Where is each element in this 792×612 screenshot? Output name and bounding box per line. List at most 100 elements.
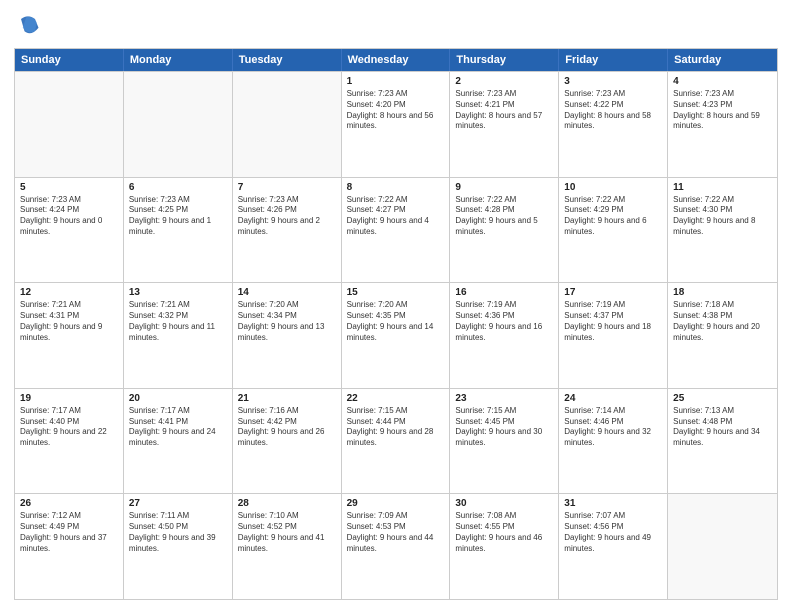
day-number: 10: [564, 182, 662, 193]
day-cell-8: 8 Sunrise: 7:22 AM Sunset: 4:27 PM Daylig…: [342, 178, 451, 283]
day-cell-29: 29Sunrise: 7:09 AM Sunset: 4:53 PM Dayli…: [342, 494, 451, 599]
empty-cell: [124, 72, 233, 177]
day-number: 11: [673, 182, 772, 193]
header: [14, 12, 778, 40]
day-cell-23: 23 Sunrise: 7:15 AM Sunset: 4:45 PM Dayli…: [450, 389, 559, 494]
day-number: 28: [238, 498, 336, 509]
day-cell-20: 20 Sunrise: 7:17 AM Sunset: 4:41 PM Dayli…: [124, 389, 233, 494]
day-cell-18: 18 Sunrise: 7:18 AM Sunset: 4:38 PM Dayli…: [668, 283, 777, 388]
day-cell-19: 19 Sunrise: 7:17 AM Sunset: 4:40 PM Dayli…: [15, 389, 124, 494]
day-number: 19: [20, 393, 118, 404]
day-number: 24: [564, 393, 662, 404]
day-number: 5: [20, 182, 118, 193]
day-cell-24: 24 Sunrise: 7:14 AM Sunset: 4:46 PM Dayli…: [559, 389, 668, 494]
day-number: 17: [564, 287, 662, 298]
day-number: 3: [564, 76, 662, 87]
day-details: Sunrise: 7:21 AM Sunset: 4:32 PM Dayligh…: [129, 300, 227, 343]
day-cell-10: 10 Sunrise: 7:22 AM Sunset: 4:29 PM Dayli…: [559, 178, 668, 283]
day-number: 1: [347, 76, 445, 87]
logo: [14, 12, 46, 40]
day-number: 21: [238, 393, 336, 404]
day-cell-16: 16 Sunrise: 7:19 AM Sunset: 4:36 PM Dayli…: [450, 283, 559, 388]
day-details: Sunrise: 7:16 AM Sunset: 4:42 PM Dayligh…: [238, 406, 336, 449]
day-cell-12: 12 Sunrise: 7:21 AM Sunset: 4:31 PM Dayli…: [15, 283, 124, 388]
day-number: 20: [129, 393, 227, 404]
day-details: Sunrise: 7:17 AM Sunset: 4:40 PM Dayligh…: [20, 406, 118, 449]
day-details: Sunrise: 7:07 AM Sunset: 4:56 PM Dayligh…: [564, 511, 662, 554]
calendar-row-2: 5 Sunrise: 7:23 AM Sunset: 4:24 PM Daylig…: [15, 177, 777, 283]
day-details: Sunrise: 7:23 AM Sunset: 4:24 PM Dayligh…: [20, 195, 118, 238]
day-details: Sunrise: 7:22 AM Sunset: 4:29 PM Dayligh…: [564, 195, 662, 238]
day-details: Sunrise: 7:22 AM Sunset: 4:27 PM Dayligh…: [347, 195, 445, 238]
day-details: Sunrise: 7:22 AM Sunset: 4:30 PM Dayligh…: [673, 195, 772, 238]
day-number: 25: [673, 393, 772, 404]
day-details: Sunrise: 7:12 AM Sunset: 4:49 PM Dayligh…: [20, 511, 118, 554]
day-cell-27: 27 Sunrise: 7:11 AM Sunset: 4:50 PM Dayli…: [124, 494, 233, 599]
day-details: Sunrise: 7:14 AM Sunset: 4:46 PM Dayligh…: [564, 406, 662, 449]
day-number: 15: [347, 287, 445, 298]
day-number: 30: [455, 498, 553, 509]
weekday-header-saturday: Saturday: [668, 49, 777, 71]
day-cell-6: 6Sunrise: 7:23 AM Sunset: 4:25 PM Daylig…: [124, 178, 233, 283]
day-number: 2: [455, 76, 553, 87]
calendar-row-3: 12 Sunrise: 7:21 AM Sunset: 4:31 PM Dayli…: [15, 282, 777, 388]
day-number: 13: [129, 287, 227, 298]
day-number: 31: [564, 498, 662, 509]
day-number: 8: [347, 182, 445, 193]
weekday-header-wednesday: Wednesday: [342, 49, 451, 71]
day-details: Sunrise: 7:09 AM Sunset: 4:53 PM Dayligh…: [347, 511, 445, 554]
day-cell-28: 28 Sunrise: 7:10 AM Sunset: 4:52 PM Dayli…: [233, 494, 342, 599]
day-number: 16: [455, 287, 553, 298]
day-number: 9: [455, 182, 553, 193]
day-cell-21: 21 Sunrise: 7:16 AM Sunset: 4:42 PM Dayli…: [233, 389, 342, 494]
day-number: 26: [20, 498, 118, 509]
day-cell-9: 9 Sunrise: 7:22 AM Sunset: 4:28 PM Daylig…: [450, 178, 559, 283]
day-cell-31: 31 Sunrise: 7:07 AM Sunset: 4:56 PM Dayli…: [559, 494, 668, 599]
day-details: Sunrise: 7:15 AM Sunset: 4:44 PM Dayligh…: [347, 406, 445, 449]
day-number: 23: [455, 393, 553, 404]
calendar-row-5: 26 Sunrise: 7:12 AM Sunset: 4:49 PM Dayli…: [15, 493, 777, 599]
day-details: Sunrise: 7:15 AM Sunset: 4:45 PM Dayligh…: [455, 406, 553, 449]
day-number: 4: [673, 76, 772, 87]
weekday-header-monday: Monday: [124, 49, 233, 71]
day-number: 12: [20, 287, 118, 298]
weekday-header-thursday: Thursday: [450, 49, 559, 71]
day-cell-22: 22 Sunrise: 7:15 AM Sunset: 4:44 PM Dayli…: [342, 389, 451, 494]
day-details: Sunrise: 7:23 AM Sunset: 4:22 PM Dayligh…: [564, 89, 662, 132]
day-details: Sunrise: 7:10 AM Sunset: 4:52 PM Dayligh…: [238, 511, 336, 554]
day-cell-3: 3 Sunrise: 7:23 AM Sunset: 4:22 PM Daylig…: [559, 72, 668, 177]
day-number: 27: [129, 498, 227, 509]
day-cell-14: 14Sunrise: 7:20 AM Sunset: 4:34 PM Dayli…: [233, 283, 342, 388]
day-details: Sunrise: 7:17 AM Sunset: 4:41 PM Dayligh…: [129, 406, 227, 449]
calendar-body: 1Sunrise: 7:23 AM Sunset: 4:20 PM Daylig…: [15, 71, 777, 599]
day-cell-4: 4 Sunrise: 7:23 AM Sunset: 4:23 PM Daylig…: [668, 72, 777, 177]
day-details: Sunrise: 7:22 AM Sunset: 4:28 PM Dayligh…: [455, 195, 553, 238]
empty-cell: [668, 494, 777, 599]
day-cell-11: 11 Sunrise: 7:22 AM Sunset: 4:30 PM Dayli…: [668, 178, 777, 283]
day-cell-13: 13 Sunrise: 7:21 AM Sunset: 4:32 PM Dayli…: [124, 283, 233, 388]
calendar-row-4: 19 Sunrise: 7:17 AM Sunset: 4:40 PM Dayli…: [15, 388, 777, 494]
day-number: 22: [347, 393, 445, 404]
day-details: Sunrise: 7:18 AM Sunset: 4:38 PM Dayligh…: [673, 300, 772, 343]
day-details: Sunrise: 7:23 AM Sunset: 4:23 PM Dayligh…: [673, 89, 772, 132]
empty-cell: [15, 72, 124, 177]
page: SundayMondayTuesdayWednesdayThursdayFrid…: [0, 0, 792, 612]
day-details: Sunrise: 7:23 AM Sunset: 4:26 PM Dayligh…: [238, 195, 336, 238]
day-number: 7: [238, 182, 336, 193]
day-details: Sunrise: 7:19 AM Sunset: 4:36 PM Dayligh…: [455, 300, 553, 343]
calendar: SundayMondayTuesdayWednesdayThursdayFrid…: [14, 48, 778, 600]
day-number: 18: [673, 287, 772, 298]
day-cell-5: 5 Sunrise: 7:23 AM Sunset: 4:24 PM Daylig…: [15, 178, 124, 283]
day-cell-2: 2Sunrise: 7:23 AM Sunset: 4:21 PM Daylig…: [450, 72, 559, 177]
day-details: Sunrise: 7:11 AM Sunset: 4:50 PM Dayligh…: [129, 511, 227, 554]
day-details: Sunrise: 7:19 AM Sunset: 4:37 PM Dayligh…: [564, 300, 662, 343]
day-cell-17: 17 Sunrise: 7:19 AM Sunset: 4:37 PM Dayli…: [559, 283, 668, 388]
calendar-row-1: 1Sunrise: 7:23 AM Sunset: 4:20 PM Daylig…: [15, 71, 777, 177]
day-number: 6: [129, 182, 227, 193]
day-number: 14: [238, 287, 336, 298]
day-details: Sunrise: 7:21 AM Sunset: 4:31 PM Dayligh…: [20, 300, 118, 343]
day-cell-1: 1Sunrise: 7:23 AM Sunset: 4:20 PM Daylig…: [342, 72, 451, 177]
day-details: Sunrise: 7:08 AM Sunset: 4:55 PM Dayligh…: [455, 511, 553, 554]
day-cell-15: 15Sunrise: 7:20 AM Sunset: 4:35 PM Dayli…: [342, 283, 451, 388]
day-cell-26: 26 Sunrise: 7:12 AM Sunset: 4:49 PM Dayli…: [15, 494, 124, 599]
